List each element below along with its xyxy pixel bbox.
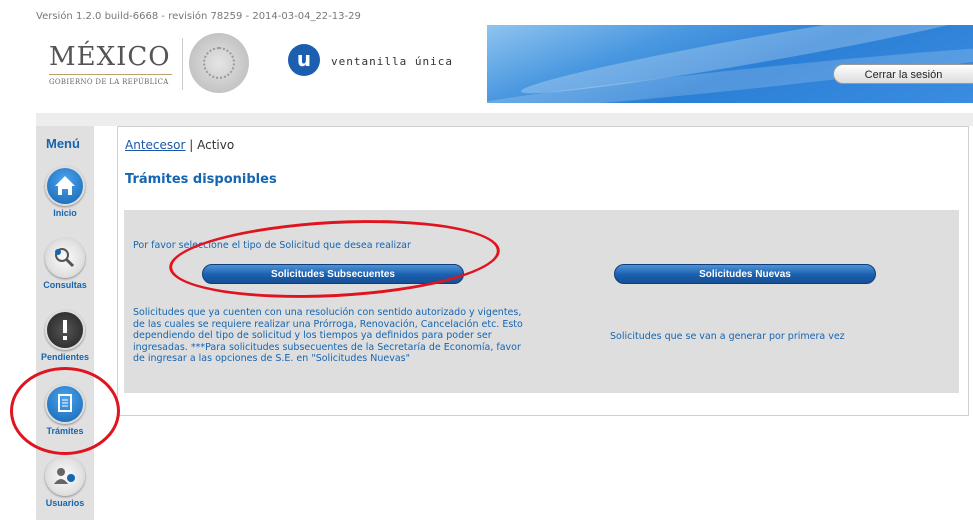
breadcrumb-current: Activo: [197, 138, 235, 152]
sidebar-item-usuarios[interactable]: Usuarios: [39, 456, 91, 508]
sidebar-item-pendientes[interactable]: Pendientes: [39, 310, 91, 362]
alert-icon: [45, 310, 85, 350]
subsecuentes-description: Solicitudes que ya cuenten con una resol…: [133, 307, 523, 364]
magnifier-icon: [45, 238, 85, 278]
breadcrumb: Antecesor | Activo: [125, 138, 234, 152]
gobierno-text: GOBIERNO DE LA REPÚBLICA: [49, 78, 169, 86]
home-icon: [45, 166, 85, 206]
sidebar-item-inicio[interactable]: Inicio: [39, 166, 91, 218]
solicitudes-subsecuentes-button[interactable]: Solicitudes Subsecuentes: [202, 264, 464, 284]
sidebar-item-label: Pendientes: [40, 352, 89, 362]
nuevas-description: Solicitudes que se van a generar por pri…: [610, 331, 845, 342]
vu-logo-icon: u: [288, 44, 320, 76]
options-panel: [124, 210, 959, 393]
header-divider: [182, 38, 183, 90]
sidebar-item-label: Consultas: [43, 280, 87, 290]
menu-title: Menú: [46, 136, 80, 151]
mexico-logo-text: MÉXICO: [49, 42, 171, 72]
users-icon: [45, 456, 85, 496]
breadcrumb-separator: |: [185, 138, 198, 152]
solicitudes-nuevas-button[interactable]: Solicitudes Nuevas: [614, 264, 876, 284]
selection-prompt: Por favor seleccione el tipo de Solicitu…: [133, 240, 411, 251]
page-title: Trámites disponibles: [125, 172, 277, 187]
document-icon: [45, 384, 85, 424]
brand-name: ventanilla única: [331, 55, 453, 68]
seal-eagle-icon: [203, 47, 235, 79]
sidebar-item-label: Trámites: [46, 426, 84, 436]
sidebar-item-label: Inicio: [53, 208, 77, 218]
logo-underline: [49, 74, 172, 75]
sidebar-item-label: Usuarios: [45, 498, 85, 508]
sidebar-item-consultas[interactable]: Consultas: [39, 238, 91, 290]
logout-button[interactable]: Cerrar la sesión: [833, 64, 973, 84]
breadcrumb-link-antecesor[interactable]: Antecesor: [125, 138, 185, 152]
sidebar-item-tramites[interactable]: Trámites: [39, 384, 91, 436]
header-separator: [36, 113, 973, 126]
version-text: Versión 1.2.0 build-6668 - revisión 7825…: [36, 11, 361, 22]
